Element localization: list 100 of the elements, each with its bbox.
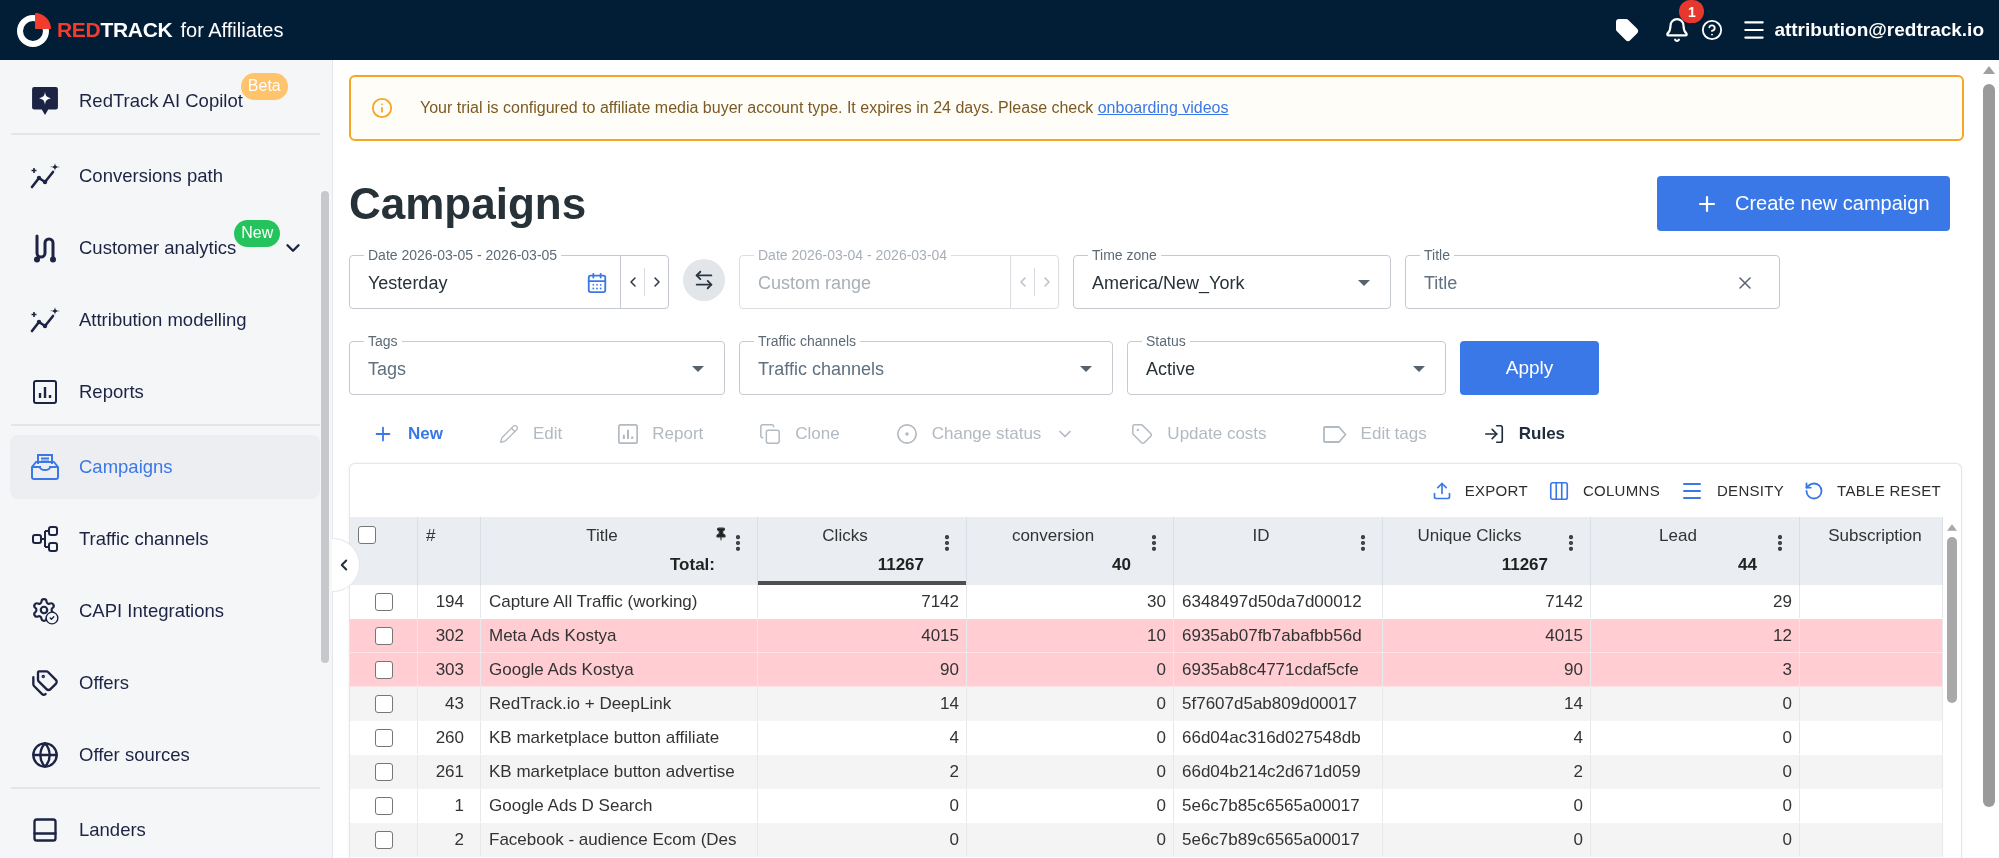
toolbar-button[interactable]: New bbox=[359, 416, 456, 452]
create-campaign-button[interactable]: Create new campaign bbox=[1657, 176, 1950, 231]
table-row[interactable]: 1 Google Ads D Search 0 0 5e6c7b85c6565a00017 0 0 bbox=[350, 789, 1943, 823]
scroll-up-icon[interactable] bbox=[1947, 524, 1957, 531]
checkbox[interactable] bbox=[374, 796, 393, 815]
column-title: Title bbox=[586, 525, 618, 547]
text-field[interactable]: Title Title bbox=[1405, 247, 1780, 309]
table-cell: 0 bbox=[1383, 823, 1591, 856]
bar-chart-icon bbox=[33, 380, 57, 404]
toolbar-button[interactable]: Rules bbox=[1469, 416, 1579, 452]
select-field[interactable]: Time zone America/New_York bbox=[1073, 247, 1391, 309]
table-cell: 5f7607d5ab809d00017 bbox=[1174, 687, 1383, 720]
scrollbar-thumb[interactable] bbox=[1947, 537, 1957, 703]
checkbox[interactable] bbox=[374, 762, 393, 781]
scrollbar-thumb[interactable] bbox=[321, 191, 329, 663]
scroll-up-icon[interactable] bbox=[1982, 66, 1995, 74]
table-cell: 12 bbox=[1591, 619, 1800, 652]
apply-button[interactable]: Apply bbox=[1460, 341, 1599, 395]
table-cell: 66d04b214c2d671d059 bbox=[1174, 755, 1383, 788]
table-row[interactable]: 302 Meta Ads Kostya 4015 10 6935ab07fb7abafbb56d 4015 12 bbox=[350, 619, 1943, 653]
column-total: 44 bbox=[1738, 554, 1757, 576]
table-cell: 4015 bbox=[758, 619, 967, 652]
table-row[interactable]: 2 Facebook - audience Ecom (Des 0 0 5e6c7b89c6565a00017 0 0 bbox=[350, 823, 1943, 857]
sidebar-item[interactable]: Campaigns bbox=[10, 435, 320, 499]
checkbox[interactable] bbox=[358, 526, 376, 544]
nodes-icon bbox=[32, 526, 58, 552]
table-cell: 6935ab8c4771cdaf5cfe bbox=[1174, 653, 1383, 686]
sidebar-item[interactable]: Customer analytics New bbox=[10, 216, 320, 280]
checkbox[interactable] bbox=[374, 626, 393, 645]
sidebar-item[interactable]: Traffic channels bbox=[10, 507, 320, 571]
column-title: Lead bbox=[1659, 525, 1697, 547]
label-icon bbox=[1322, 425, 1347, 443]
onboarding-link[interactable]: onboarding videos bbox=[1097, 99, 1229, 116]
table-tool-button[interactable]: TABLE RESET bbox=[1804, 480, 1941, 501]
checkbox[interactable] bbox=[374, 660, 393, 679]
checkbox[interactable] bbox=[374, 728, 393, 747]
sidebar-item[interactable]: CAPI Integrations bbox=[10, 579, 320, 643]
checkbox[interactable] bbox=[374, 592, 393, 611]
column-title: Subscription bbox=[1828, 525, 1922, 547]
table-row[interactable]: 303 Google Ads Kostya 90 0 6935ab8c4771cdaf5cfe 90 3 bbox=[350, 653, 1943, 687]
table-cell: 260 bbox=[418, 721, 481, 754]
table-cell: 4 bbox=[1383, 721, 1591, 754]
chart-sparkle-icon bbox=[30, 163, 60, 189]
rotate-icon bbox=[1804, 480, 1825, 501]
select-field[interactable]: Status Active bbox=[1127, 333, 1446, 395]
select-field[interactable]: Tags Tags bbox=[349, 333, 725, 395]
caret-icon bbox=[692, 365, 704, 372]
column-header[interactable]: Clicks 11267 bbox=[758, 517, 967, 585]
sidebar-item[interactable]: Offer sources bbox=[10, 723, 320, 787]
column-total: 11267 bbox=[877, 554, 924, 576]
pin-icon[interactable] bbox=[714, 527, 728, 541]
table-tool-button[interactable]: DENSITY bbox=[1680, 478, 1785, 503]
swap-button[interactable] bbox=[683, 259, 725, 301]
table-cell: 43 bbox=[418, 687, 481, 720]
bell-icon[interactable] bbox=[1664, 17, 1691, 43]
tag-icon[interactable] bbox=[1615, 18, 1640, 42]
scrollbar-thumb[interactable] bbox=[1982, 84, 1995, 807]
table-cell: RedTrack.io + DeepLink bbox=[481, 687, 758, 720]
table-cell: 0 bbox=[1591, 755, 1800, 788]
table-row[interactable]: 260 KB marketplace button affiliate 4 0 66d04ac316d027548db 4 0 bbox=[350, 721, 1943, 755]
calendar-icon[interactable] bbox=[586, 271, 608, 294]
gear-check-icon bbox=[31, 597, 59, 625]
date-range-field[interactable]: Date 2026-03-05 - 2026-03-05 Yesterday bbox=[349, 247, 669, 309]
select-field[interactable]: Traffic channels Traffic channels bbox=[739, 333, 1113, 395]
user-email[interactable]: attribution@redtrack.io bbox=[1774, 19, 1984, 41]
table-cell: 30 bbox=[967, 585, 1174, 618]
table-cell: 0 bbox=[1591, 823, 1800, 856]
sidebar-item[interactable]: Landers bbox=[10, 798, 320, 858]
table-cell: 302 bbox=[418, 619, 481, 652]
table-cell: 0 bbox=[1591, 687, 1800, 720]
table-row[interactable]: 261 KB marketplace button advertise 2 0 66d04b214c2d671d059 2 0 bbox=[350, 755, 1943, 789]
table-cell: 0 bbox=[967, 653, 1174, 686]
sidebar-item[interactable]: Reports bbox=[10, 360, 320, 424]
table-cell: KB marketplace button advertise bbox=[481, 755, 758, 788]
table-cell: 29 bbox=[1591, 585, 1800, 618]
caret-icon bbox=[1358, 279, 1370, 286]
sidebar-item[interactable]: Attribution modelling bbox=[10, 288, 320, 352]
sidebar-item[interactable]: Offers bbox=[10, 651, 320, 715]
table-cell: Capture All Traffic (working) bbox=[481, 585, 758, 618]
table-cell: 0 bbox=[967, 755, 1174, 788]
table-tool-button[interactable]: COLUMNS bbox=[1547, 479, 1660, 502]
table-cell: 0 bbox=[967, 721, 1174, 754]
columns-icon bbox=[1547, 479, 1570, 502]
checkbox[interactable] bbox=[374, 694, 393, 713]
table-cell: 66d04ac316d027548db bbox=[1174, 721, 1383, 754]
table-row[interactable]: 43 RedTrack.io + DeepLink 14 0 5f7607d5ab809d00017 14 0 bbox=[350, 687, 1943, 721]
sidebar-item[interactable]: Conversions path bbox=[10, 144, 320, 208]
table-cell: 1 bbox=[418, 789, 481, 822]
checkbox[interactable] bbox=[374, 830, 393, 849]
logo-subtitle: for Affiliates bbox=[180, 18, 284, 42]
table-cell: 3 bbox=[1591, 653, 1800, 686]
table-cell: 14 bbox=[1383, 687, 1591, 720]
table-row[interactable]: 194 Capture All Traffic (working) 7142 30 6348497d50da7d00012 7142 29 bbox=[350, 585, 1943, 619]
help-icon[interactable] bbox=[1701, 19, 1724, 41]
info-icon bbox=[371, 97, 393, 119]
table-tool-button[interactable]: EXPORT bbox=[1431, 480, 1528, 501]
column-title: # bbox=[426, 525, 436, 547]
table-cell: 0 bbox=[758, 823, 967, 856]
notification-badge: 1 bbox=[1679, 0, 1705, 23]
table-cell: 303 bbox=[418, 653, 481, 686]
